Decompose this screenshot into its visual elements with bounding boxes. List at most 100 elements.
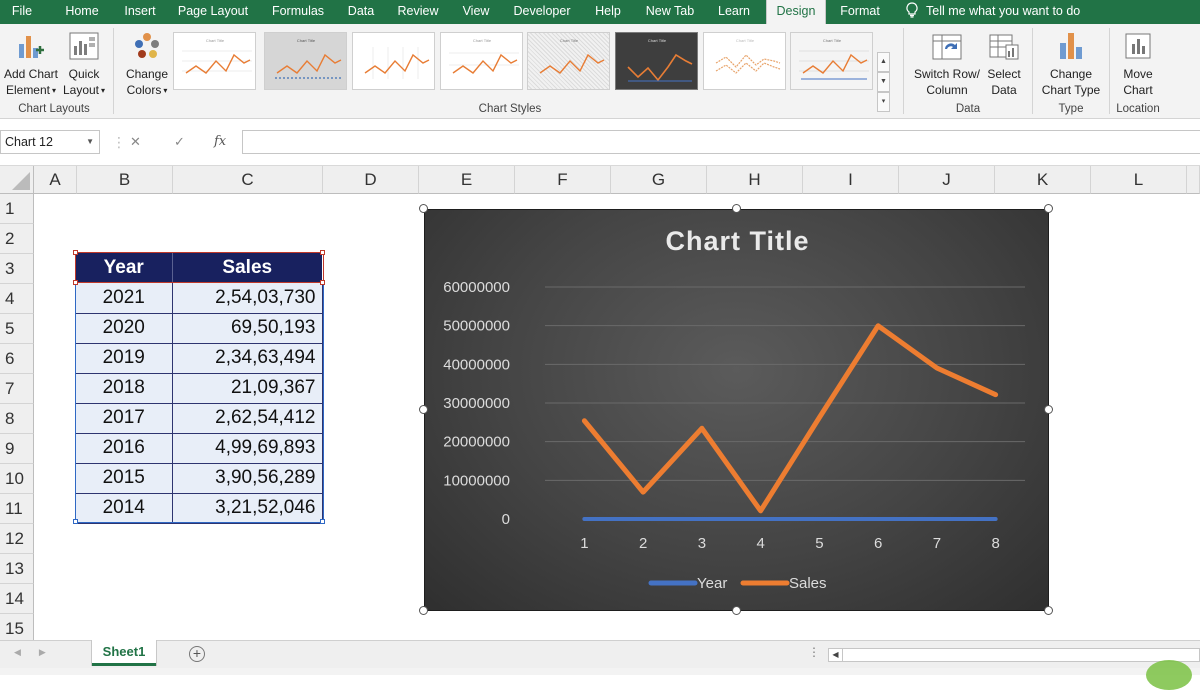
cell-sales[interactable]: 3,21,52,046 <box>172 493 322 523</box>
table-header-sales[interactable]: Sales <box>172 253 322 283</box>
row-header-7[interactable]: 7 <box>0 374 34 404</box>
row-header-14[interactable]: 14 <box>0 584 34 614</box>
cell-sales[interactable]: 69,50,193 <box>172 313 322 343</box>
add-sheet-icon[interactable]: + <box>189 646 205 662</box>
chart-style-7[interactable]: Chart Title <box>703 32 786 90</box>
chart-style-5[interactable]: Chart Title <box>527 32 610 90</box>
col-header-g[interactable]: G <box>611 166 707 194</box>
row-header-4[interactable]: 4 <box>0 284 34 314</box>
row-header-11[interactable]: 11 <box>0 494 34 524</box>
tell-me-search[interactable]: Tell me what you want to do <box>906 0 1080 24</box>
tab-learn[interactable]: Learn <box>712 0 756 24</box>
horizontal-scrollbar[interactable]: ◀ <box>828 648 1200 662</box>
sheet-nav-arrows[interactable]: ◀▶ <box>14 647 64 658</box>
resize-handle-n[interactable] <box>732 204 741 213</box>
worksheet-grid[interactable]: A B C D E F G H I J K L 1 2 3 4 5 6 7 8 … <box>0 166 1200 640</box>
select-all-corner[interactable] <box>0 166 34 194</box>
add-chart-element-button[interactable]: Add Chart Element▾ <box>2 28 60 99</box>
col-header-j[interactable]: J <box>899 166 995 194</box>
cell-sales[interactable]: 4,99,69,893 <box>172 433 322 463</box>
chart-style-1[interactable]: Chart Title <box>173 32 256 90</box>
col-header-l[interactable]: L <box>1091 166 1187 194</box>
tab-design[interactable]: Design <box>766 0 826 25</box>
cell-sales[interactable]: 21,09,367 <box>172 373 322 403</box>
formula-input[interactable] <box>242 130 1200 154</box>
cell-sales[interactable]: 3,90,56,289 <box>172 463 322 493</box>
gallery-scroll-down-button[interactable]: ▼ <box>877 72 890 92</box>
tab-view[interactable]: View <box>452 0 500 24</box>
cell-sales[interactable]: 2,54,03,730 <box>172 283 322 313</box>
row-header-15[interactable]: 15 <box>0 614 34 640</box>
resize-handle-e[interactable] <box>1044 405 1053 414</box>
col-header-k[interactable]: K <box>995 166 1091 194</box>
chart-style-6-selected[interactable]: Chart Title <box>615 32 698 90</box>
col-header-b[interactable]: B <box>77 166 173 194</box>
tab-format[interactable]: Format <box>832 0 888 24</box>
change-chart-type-button[interactable]: Change Chart Type <box>1036 28 1106 98</box>
tab-help[interactable]: Help <box>588 0 628 24</box>
cell-year[interactable]: 2017 <box>76 403 172 433</box>
select-data-button[interactable]: Select Data <box>984 28 1024 98</box>
tab-data[interactable]: Data <box>338 0 384 24</box>
split-handle-icon[interactable]: ⋮ <box>808 645 820 659</box>
row-header-3[interactable]: 3 <box>0 254 34 284</box>
cell-year[interactable]: 2015 <box>76 463 172 493</box>
resize-handle-w[interactable] <box>419 405 428 414</box>
col-header-d[interactable]: D <box>323 166 419 194</box>
move-chart-button[interactable]: Move Chart <box>1112 28 1164 98</box>
fx-icon[interactable]: fx <box>214 130 226 154</box>
name-box[interactable]: Chart 12▼ <box>0 130 100 154</box>
range-handle[interactable] <box>73 519 78 524</box>
chart-style-3[interactable] <box>352 32 435 90</box>
quick-layout-button[interactable]: Quick Layout▾ <box>60 28 108 99</box>
switch-row-column-button[interactable]: Switch Row/ Column <box>910 28 984 98</box>
cell-year[interactable]: 2019 <box>76 343 172 373</box>
range-handle[interactable] <box>73 250 78 255</box>
chart-title[interactable]: Chart Title <box>425 226 1050 257</box>
resize-handle-se[interactable] <box>1044 606 1053 615</box>
col-header-a[interactable]: A <box>34 166 77 194</box>
cancel-icon[interactable]: ✕ <box>130 130 141 154</box>
tab-new-tab[interactable]: New Tab <box>640 0 700 24</box>
row-header-10[interactable]: 10 <box>0 464 34 494</box>
chart-style-2[interactable]: Chart Title <box>264 32 347 90</box>
cell-year[interactable]: 2016 <box>76 433 172 463</box>
cell-year[interactable]: 2020 <box>76 313 172 343</box>
tab-insert[interactable]: Insert <box>114 0 166 24</box>
resize-handle-s[interactable] <box>732 606 741 615</box>
resize-handle-sw[interactable] <box>419 606 428 615</box>
col-header-e[interactable]: E <box>419 166 515 194</box>
row-header-8[interactable]: 8 <box>0 404 34 434</box>
row-header-1[interactable]: 1 <box>0 194 34 224</box>
resize-handle-ne[interactable] <box>1044 204 1053 213</box>
range-handle[interactable] <box>320 280 325 285</box>
gallery-more-button[interactable]: ▾ <box>877 92 890 112</box>
col-header-i[interactable]: I <box>803 166 899 194</box>
row-header-6[interactable]: 6 <box>0 344 34 374</box>
cell-year[interactable]: 2018 <box>76 373 172 403</box>
tab-home[interactable]: Home <box>50 0 114 24</box>
col-header-h[interactable]: H <box>707 166 803 194</box>
resize-handle-nw[interactable] <box>419 204 428 213</box>
chart-area[interactable]: 0100000002000000030000000400000005000000… <box>424 209 1049 611</box>
enter-icon[interactable]: ✓ <box>174 130 185 154</box>
scroll-left-icon[interactable]: ◀ <box>829 649 843 661</box>
col-header-c[interactable]: C <box>173 166 323 194</box>
row-header-13[interactable]: 13 <box>0 554 34 584</box>
tab-file[interactable]: File <box>0 0 44 24</box>
row-header-5[interactable]: 5 <box>0 314 34 344</box>
chart-style-4[interactable]: Chart Title <box>440 32 523 90</box>
sheet-tab-sheet1[interactable]: Sheet1 <box>92 640 156 666</box>
gallery-scroll-up-button[interactable]: ▲ <box>877 52 890 72</box>
row-header-12[interactable]: 12 <box>0 524 34 554</box>
row-header-2[interactable]: 2 <box>0 224 34 254</box>
chart-object[interactable]: 0100000002000000030000000400000005000000… <box>424 209 1049 611</box>
cell-sales[interactable]: 2,34,63,494 <box>172 343 322 373</box>
cell-year[interactable]: 2014 <box>76 493 172 523</box>
range-handle[interactable] <box>320 250 325 255</box>
tab-formulas[interactable]: Formulas <box>262 0 334 24</box>
col-header-f[interactable]: F <box>515 166 611 194</box>
row-header-9[interactable]: 9 <box>0 434 34 464</box>
tab-developer[interactable]: Developer <box>508 0 576 24</box>
cell-sales[interactable]: 2,62,54,412 <box>172 403 322 433</box>
